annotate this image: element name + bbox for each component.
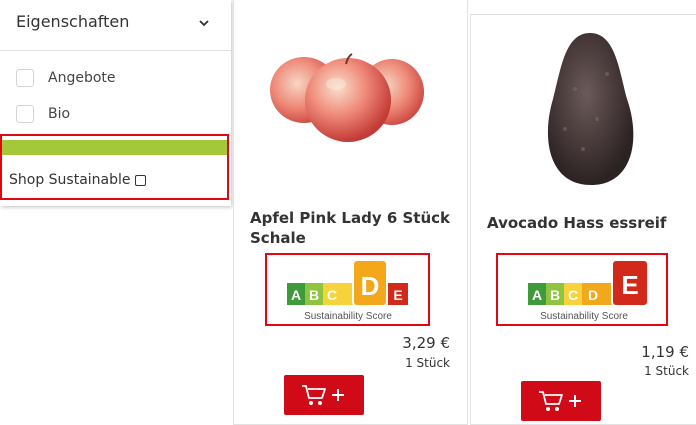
sustainability-score-highlight: A B C D E Sustainability Score [265,253,430,326]
score-letter-e: E [393,287,402,303]
chevron-down-icon[interactable] [197,16,211,30]
score-letter-c: C [327,287,337,303]
score-letter-a: A [291,287,301,303]
shop-sustainable-label: Shop Sustainable [9,172,131,188]
add-to-cart-button[interactable] [521,381,601,421]
score-letter-c: C [568,287,578,303]
score-letter-d: D [588,287,598,303]
score-caption: Sustainability Score [540,311,628,322]
avocado-image[interactable] [535,29,645,189]
filter-header[interactable]: Eigenschaften [0,0,231,51]
product-name[interactable]: Avocado Hass essreif [487,213,687,233]
filter-panel: Eigenschaften Angebote Bio Shop Sustaina… [0,0,231,206]
product-unit: 1 Stück [405,356,450,370]
shop-sustainable-checkbox[interactable] [134,174,146,186]
score-letter-e: E [621,270,638,300]
checkbox[interactable] [16,69,34,87]
product-name-line: Schale [250,229,306,247]
cart-plus-icon [539,391,581,411]
sustainability-score-badge: A B C D E Sustainability Score [528,259,649,322]
filter-option-bio[interactable]: Bio [16,104,70,124]
product-name[interactable]: Apfel Pink Lady 6 Stück Schale [250,208,460,248]
product-price: 3,29 € [402,334,450,352]
product-price: 1,19 € [641,343,689,361]
apple-image[interactable] [264,44,432,144]
score-letter-a: A [532,287,542,303]
score-caption: Sustainability Score [304,311,392,322]
product-card[interactable]: Avocado Hass essreif A B C D E Sustainab… [470,14,696,425]
add-to-cart-button[interactable] [284,375,364,415]
product-card[interactable]: Apfel Pink Lady 6 Stück Schale A B C D E… [233,0,468,425]
filter-option-label: Bio [48,106,71,122]
score-letter-b: B [550,287,560,303]
filter-option-label: Angebote [48,70,116,86]
sustainability-bar [2,140,227,155]
product-unit: 1 Stück [644,364,689,378]
cart-plus-icon [302,385,344,405]
sustainability-score-highlight: A B C D E Sustainability Score [496,253,668,326]
filter-title: Eigenschaften [16,12,130,31]
sustainability-score-badge: A B C D E Sustainability Score [287,259,408,322]
product-name-line: Apfel Pink Lady 6 Stück [250,209,451,227]
shop-sustainable-highlight: Shop Sustainable [0,134,229,200]
shop-sustainable-option[interactable]: Shop Sustainable [9,172,146,188]
checkbox[interactable] [16,105,34,123]
score-letter-d: D [361,271,380,301]
score-letter-b: B [309,287,319,303]
filter-option-angebote[interactable]: Angebote [16,68,116,88]
